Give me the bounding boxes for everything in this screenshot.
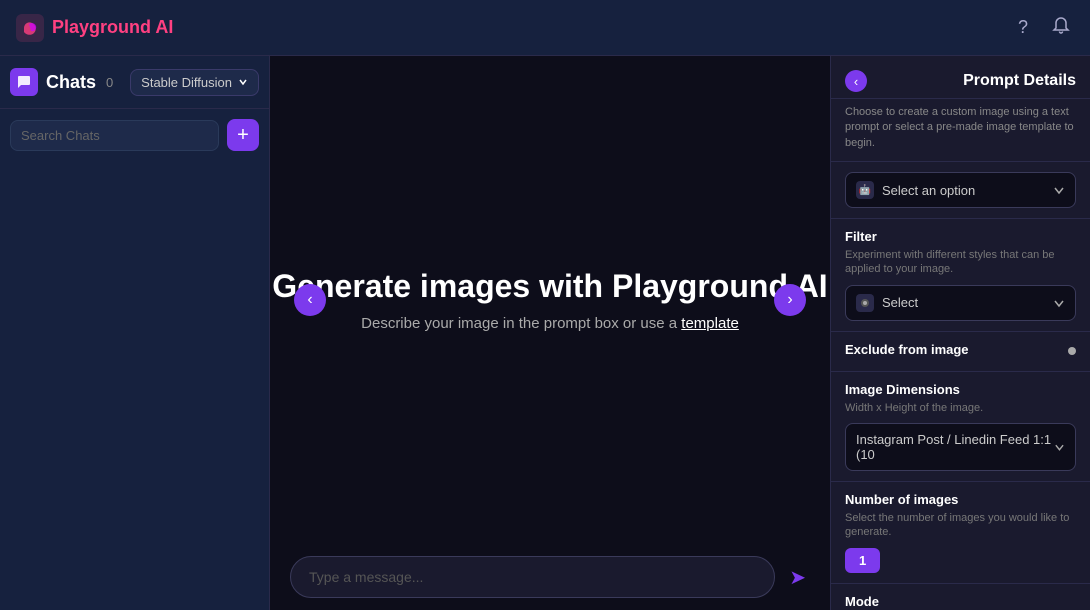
chevron-down-icon: [1053, 184, 1065, 196]
num-images-description: Select the number of images you would li…: [845, 511, 1076, 540]
num-images-title: Number of images: [845, 492, 1076, 507]
center-content: ‹ Generate images with Playground AI Des…: [270, 56, 830, 610]
chats-left: Chats 0: [10, 68, 113, 96]
search-input[interactable]: [10, 120, 219, 151]
panel-title: Prompt Details: [963, 72, 1076, 90]
image-dimensions-title: Image Dimensions: [845, 382, 1076, 397]
app-title: Playground AI: [52, 17, 173, 38]
chat-input[interactable]: [290, 556, 775, 598]
exclude-row: Exclude from image: [845, 342, 1076, 361]
prev-arrow-button[interactable]: ‹: [294, 284, 326, 316]
model-selector[interactable]: Stable Diffusion: [130, 69, 259, 96]
help-button[interactable]: ?: [1014, 13, 1032, 42]
dimensions-chevron-icon: [1054, 441, 1065, 453]
chat-input-row: ➤: [270, 544, 830, 610]
image-dimensions-dropdown[interactable]: Instagram Post / Linedin Feed 1:1 (10: [845, 423, 1076, 471]
image-dimensions-section: Image Dimensions Width x Height of the i…: [831, 371, 1090, 481]
image-dimensions-description: Width x Height of the image.: [845, 401, 1076, 415]
select-option-label: Select an option: [882, 183, 975, 198]
add-chat-button[interactable]: +: [227, 119, 259, 151]
num-images-buttons: 1: [845, 548, 1076, 573]
right-panel: ‹ Prompt Details Choose to create a cust…: [830, 56, 1090, 610]
exclude-section: Exclude from image: [831, 331, 1090, 371]
center-body: ‹ Generate images with Playground AI Des…: [270, 56, 830, 544]
num-images-section: Number of images Select the number of im…: [831, 481, 1090, 583]
sidebar: Chats 0 Stable Diffusion +: [0, 56, 270, 610]
send-button[interactable]: ➤: [785, 561, 810, 594]
option-icon: 🤖: [856, 181, 874, 199]
notifications-button[interactable]: [1048, 12, 1074, 43]
filter-left: Select: [856, 294, 918, 312]
filter-section: Filter Experiment with different styles …: [831, 218, 1090, 331]
chats-icon: [10, 68, 38, 96]
chats-title: Chats: [46, 72, 96, 93]
select-option-dropdown[interactable]: 🤖 Select an option: [845, 172, 1076, 208]
header-left: Playground AI: [16, 14, 173, 42]
main-subtitle: Describe your image in the prompt box or…: [361, 315, 739, 332]
exclude-indicator: [1068, 347, 1076, 355]
sidebar-top: Chats 0 Stable Diffusion: [0, 56, 269, 109]
filter-icon: [856, 294, 874, 312]
right-panel-header: ‹ Prompt Details: [831, 56, 1090, 99]
logo-icon: [16, 14, 44, 42]
mode-section: Mode Advanced mode show rarely used para…: [831, 583, 1090, 610]
subtitle-text: Describe your image in the prompt box or…: [361, 315, 681, 332]
mode-title: Mode: [845, 594, 1076, 609]
sidebar-search-row: +: [0, 109, 269, 161]
filter-description: Experiment with different styles that ca…: [845, 248, 1076, 277]
main-title: Generate images with Playground AI: [272, 268, 827, 305]
panel-description: Choose to create a custom image using a …: [831, 99, 1090, 161]
filter-dropdown[interactable]: Select: [845, 285, 1076, 321]
exclude-title: Exclude from image: [845, 342, 969, 357]
template-link[interactable]: template: [681, 315, 739, 332]
model-selector-label: Stable Diffusion: [141, 75, 232, 90]
next-arrow-button[interactable]: ›: [774, 284, 806, 316]
filter-select-label: Select: [882, 295, 918, 310]
filter-chevron-icon: [1053, 297, 1065, 309]
num-images-1-button[interactable]: 1: [845, 548, 880, 573]
filter-title: Filter: [845, 229, 1076, 244]
prompt-section: 🤖 Select an option: [831, 161, 1090, 218]
option-left: 🤖 Select an option: [856, 181, 975, 199]
header-icons: ?: [1014, 12, 1074, 43]
image-dimensions-selected: Instagram Post / Linedin Feed 1:1 (10: [856, 432, 1054, 462]
chats-count: 0: [106, 75, 113, 90]
header: Playground AI ?: [0, 0, 1090, 56]
collapse-button[interactable]: ‹: [845, 70, 867, 92]
main-layout: Chats 0 Stable Diffusion + ‹ Generate im…: [0, 56, 1090, 610]
